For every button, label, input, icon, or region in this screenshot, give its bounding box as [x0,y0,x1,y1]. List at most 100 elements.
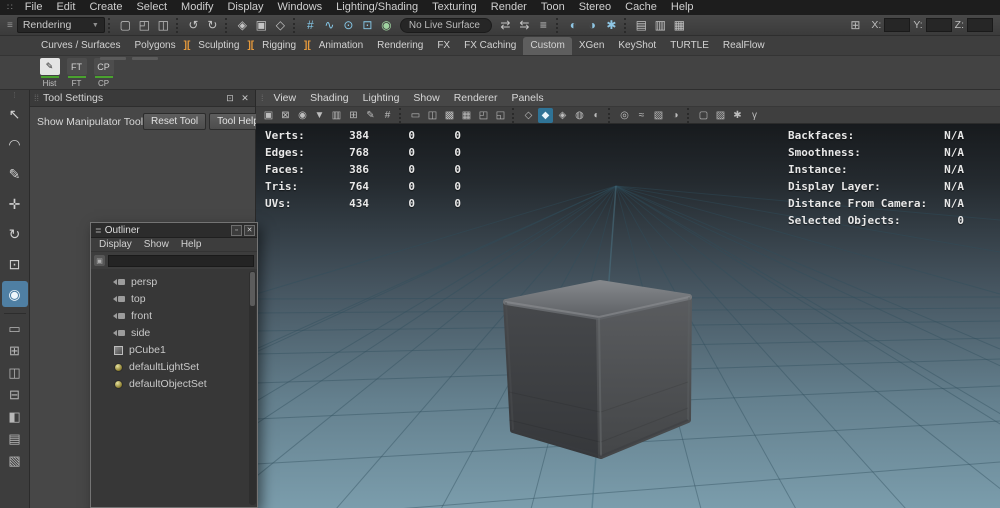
menu-item[interactable]: Texturing [425,0,484,15]
shelf-tab-bracket[interactable]: ][ [303,37,312,55]
attribute-editor-toggle-icon[interactable]: ▤ [632,16,651,34]
move-tool-icon[interactable]: ✛ [2,191,28,217]
menu-item[interactable]: Toon [534,0,572,15]
shelf-tab-sculpting[interactable]: Sculpting [191,37,246,55]
shelf-tab-animation[interactable]: Animation [312,37,370,55]
undo-icon[interactable]: ↺ [184,16,203,34]
open-scene-icon[interactable]: ◰ [135,16,154,34]
safe-title-icon[interactable]: ◱ [493,108,508,123]
shelf-tab-xgen[interactable]: XGen [572,37,612,55]
film-gate-icon[interactable]: ▭ [408,108,423,123]
exposure-icon[interactable]: ✱ [730,108,745,123]
safe-action-icon[interactable]: ◰ [476,108,491,123]
construction-history-icon[interactable]: ≡ [534,16,553,34]
menu-item[interactable]: Display [220,0,270,15]
viewport-menu-item[interactable]: Panels [504,92,550,104]
multisample-icon[interactable]: ▧ [651,108,666,123]
x-coordinate-input[interactable] [884,18,910,32]
textured-icon[interactable]: ◈ [555,108,570,123]
shadows-icon[interactable]: ◐ [589,108,604,123]
gate-mask-icon[interactable]: ▩ [442,108,457,123]
snap-to-view-plane-icon[interactable]: ⊡ [358,16,377,34]
viewport-menu-item[interactable]: Renderer [447,92,505,104]
make-live-icon[interactable]: ◉ [377,16,396,34]
input-connections-icon[interactable]: ⇄ [496,16,515,34]
outliner-item-side[interactable]: side [91,324,257,341]
last-tool-icon[interactable]: ◉ [2,281,28,307]
lasso-tool-icon[interactable]: ◠ [2,131,28,157]
window-restore-icon[interactable]: ▫ [231,225,242,236]
layout-single-pane-icon[interactable]: ▭ [3,319,27,339]
menu-item[interactable]: Lighting/Shading [329,0,425,15]
snap-to-grid-icon[interactable]: # [301,16,320,34]
y-coordinate-input[interactable] [926,18,952,32]
outliner-menu-item[interactable]: Help [175,238,208,251]
shelf-item-ft[interactable]: FT FT [63,58,90,88]
viewport-menu-item[interactable]: Show [406,92,446,104]
panel-popout-icon[interactable]: ⊡ [224,92,236,104]
layout-four-pane-icon[interactable]: ⊞ [3,341,27,361]
layout-hypershade-persp-icon[interactable]: ▧ [3,451,27,471]
layout-outliner-persp-icon[interactable]: ▤ [3,429,27,449]
select-by-component-icon[interactable]: ◇ [271,16,290,34]
shelf-tab-polygons[interactable]: Polygons [127,37,182,55]
toolbox-drag-handle[interactable]: ⁞ [13,92,15,99]
xray-icon[interactable]: ▨ [713,108,728,123]
outliner-titlebar[interactable]: ≣ Outliner ▫ ✕ [91,223,257,238]
shelf-tab-fx-caching[interactable]: FX Caching [457,37,523,55]
grease-pencil-icon[interactable]: ✎ [363,108,378,123]
menu-item[interactable]: Stereo [572,0,618,15]
viewport-menu-item[interactable]: View [267,92,304,104]
2d-pan-zoom-icon[interactable]: ⊞ [346,108,361,123]
wireframe-icon[interactable]: ◇ [521,108,536,123]
scale-tool-icon[interactable]: ⊡ [2,251,28,277]
panel-drag-handle[interactable]: ⁞⁞ [34,93,39,103]
shelf-tab-curves-surfaces[interactable]: Curves / Surfaces [34,37,127,55]
viewport-canvas[interactable]: Verts: 384 0 0 Edges: 768 0 0 Faces: 386… [256,124,1000,508]
z-coordinate-input[interactable] [967,18,993,32]
viewport-menu-item[interactable]: Shading [303,92,356,104]
shelf-scroll-stub[interactable] [100,57,126,60]
absolute-transform-grid-icon[interactable]: ⊞ [846,17,864,33]
filter-icon[interactable]: ▣ [94,255,105,266]
select-tool-icon[interactable]: ↖ [2,101,28,127]
layout-two-pane-stacked-icon[interactable]: ⊟ [3,385,27,405]
shelf-tab-bracket[interactable]: ][ [246,37,255,55]
field-chart-icon[interactable]: ▦ [459,108,474,123]
shelf-tab-fx[interactable]: FX [430,37,457,55]
workspace-grid-icon[interactable]: ∷ [2,0,18,15]
outliner-item-pcube1[interactable]: pCube1 [91,341,257,358]
depth-of-field-icon[interactable]: ◑ [668,108,683,123]
reset-tool-button[interactable]: Reset Tool [143,113,206,130]
menu-item[interactable]: Edit [49,0,82,15]
render-settings-icon[interactable]: ✱ [602,16,621,34]
outliner-item-defaultobjectset[interactable]: defaultObjectSet [91,375,257,392]
outliner-scrollbar[interactable] [249,271,256,505]
shaded-icon[interactable]: ◆ [538,108,553,123]
select-by-object-icon[interactable]: ▣ [252,16,271,34]
bookmark-icon[interactable]: ▼ [312,108,327,123]
outliner-menu-item[interactable]: Show [138,238,175,251]
outliner-item-defaultlightset[interactable]: defaultLightSet [91,358,257,375]
select-by-hierarchy-icon[interactable]: ◈ [233,16,252,34]
shelf-tab-rendering[interactable]: Rendering [370,37,430,55]
layout-two-pane-side-icon[interactable]: ◫ [3,363,27,383]
shelf-tab-realflow[interactable]: RealFlow [716,37,772,55]
viewport-menubar-handle[interactable]: ⁞ [258,93,267,103]
render-current-frame-icon[interactable]: ◐ [564,16,583,34]
select-camera-icon[interactable]: ▣ [261,108,276,123]
outliner-item-persp[interactable]: persp [91,273,257,290]
resolution-gate-icon[interactable]: ◫ [425,108,440,123]
menu-item[interactable]: Cache [618,0,664,15]
no-live-surface-field[interactable]: No Live Surface [400,18,492,33]
menu-item[interactable]: Render [484,0,534,15]
use-default-material-icon[interactable]: ◍ [572,108,587,123]
paint-selection-tool-icon[interactable]: ✎ [2,161,28,187]
motion-blur-icon[interactable]: ≈ [634,108,649,123]
isolate-select-icon[interactable]: ▢ [696,108,711,123]
workspace-selector-dropdown[interactable]: Rendering ▼ [17,17,105,33]
outliner-item-top[interactable]: top [91,290,257,307]
shelf-tab-rigging[interactable]: Rigging [255,37,303,55]
shelf-scroll-stub[interactable] [132,57,158,60]
lock-camera-icon[interactable]: ⊠ [278,108,293,123]
